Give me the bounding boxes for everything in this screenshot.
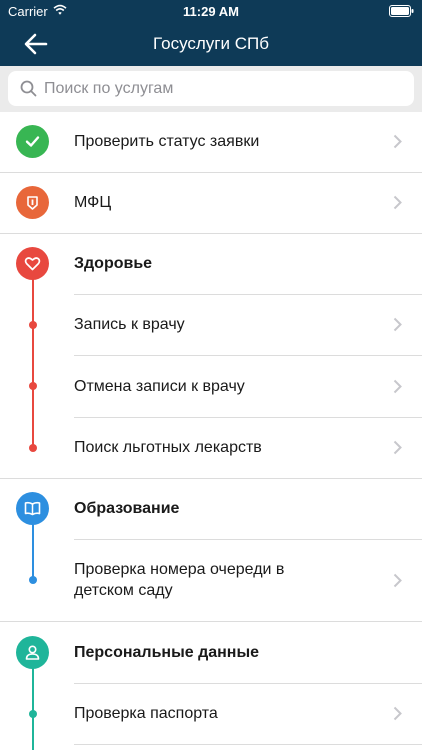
heart-icon: [16, 247, 49, 280]
timeline-dot: [29, 321, 37, 329]
divider: [74, 744, 422, 745]
list-item-check-status[interactable]: Проверить статус заявки: [0, 112, 422, 172]
section-title: Образование: [74, 500, 180, 517]
list-item-label: Поиск льготных лекарств: [74, 439, 262, 456]
list-item-label: МФЦ: [74, 194, 112, 211]
search-input[interactable]: [44, 71, 404, 106]
list-item-label-line2: детском саду: [74, 582, 173, 599]
services-list: Проверить статус заявки МФЦ Здоровье Зап…: [0, 112, 422, 750]
chevron-right-icon: [393, 379, 402, 394]
list-item-medicine-search[interactable]: Поиск льготных лекарств: [0, 418, 422, 478]
search-icon: [20, 80, 37, 97]
search-bar: [0, 66, 422, 112]
list-item-mfc[interactable]: МФЦ: [0, 173, 422, 233]
checkmark-icon: [16, 125, 49, 158]
section-header-health: Здоровье: [0, 234, 422, 294]
chevron-right-icon: [393, 317, 402, 332]
chevron-right-icon: [393, 195, 402, 210]
section-header-education: Образование: [0, 479, 422, 539]
person-icon: [16, 636, 49, 669]
list-item-doctor-appointment[interactable]: Запись к врачу: [0, 295, 422, 355]
search-box[interactable]: [8, 71, 414, 106]
list-item-label: Запись к врачу: [74, 316, 185, 333]
book-icon: [16, 492, 49, 525]
chevron-right-icon: [393, 706, 402, 721]
section-title: Здоровье: [74, 255, 153, 272]
header: Carrier 11:29 AM Госуслуги СПб: [0, 0, 422, 66]
timeline-dot: [29, 382, 37, 390]
mfc-logo-icon: [16, 186, 49, 219]
chevron-right-icon: [393, 440, 402, 455]
list-item-label: Проверка паспорта: [74, 705, 218, 722]
timeline-dot: [29, 444, 37, 452]
list-item-kindergarten-queue[interactable]: Проверка номера очереди в детском саду: [0, 540, 422, 621]
section-header-personal: Персональные данные: [0, 622, 422, 683]
section-title: Персональные данные: [74, 644, 260, 661]
timeline-dot: [29, 710, 37, 718]
list-item-passport-check[interactable]: Проверка паспорта: [0, 684, 422, 744]
list-item-label-line1: Проверка номера очереди в: [74, 561, 285, 578]
chevron-right-icon: [393, 573, 402, 588]
battery-icon: [389, 5, 414, 17]
list-item-cancel-appointment[interactable]: Отмена записи к врачу: [0, 356, 422, 417]
timeline-dot: [29, 576, 37, 584]
status-time: 11:29 AM: [183, 4, 239, 19]
nav-bar: Госуслуги СПб: [0, 22, 422, 66]
list-item-label: Проверить статус заявки: [74, 133, 260, 150]
status-bar: Carrier 11:29 AM: [0, 0, 422, 22]
list-item-label: Отмена записи к врачу: [74, 378, 245, 395]
chevron-right-icon: [393, 134, 402, 149]
page-title: Госуслуги СПб: [153, 34, 269, 53]
